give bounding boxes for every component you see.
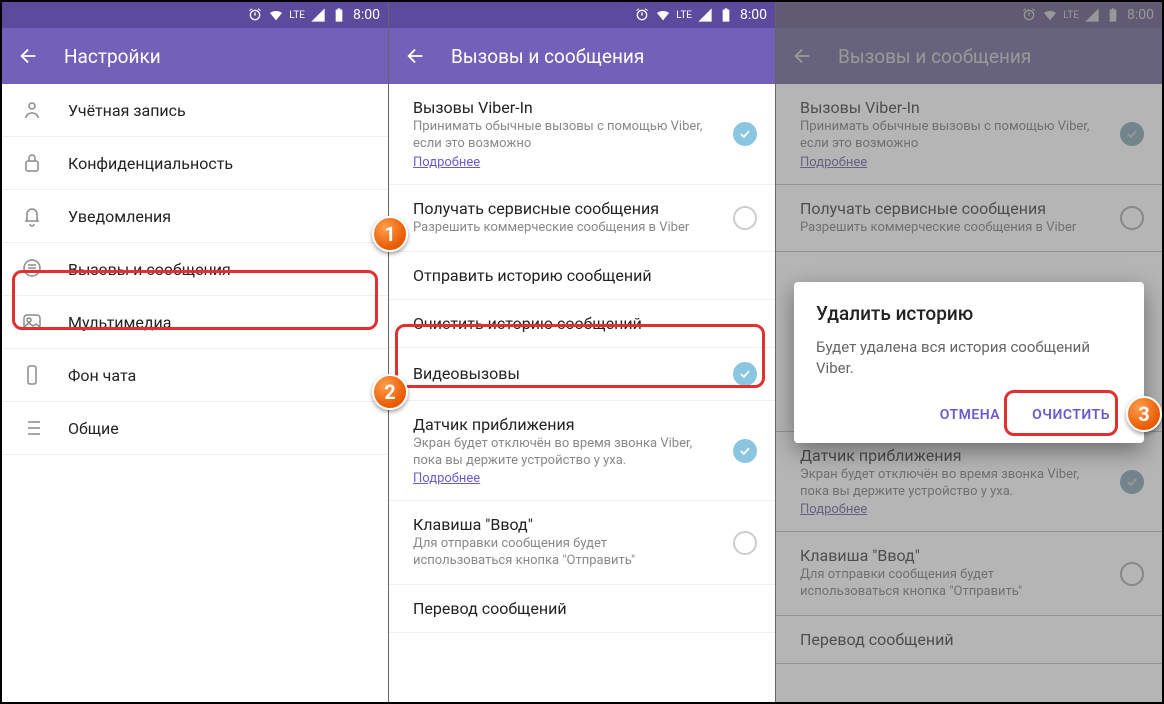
step-badge-2: 2 bbox=[372, 374, 408, 410]
chat-icon bbox=[20, 257, 44, 281]
settings-row-general[interactable]: Общие bbox=[2, 402, 388, 455]
row-title: Очистить историю сообщений bbox=[413, 314, 757, 333]
settings-row-chat-bg[interactable]: Фон чата bbox=[2, 349, 388, 402]
bell-icon bbox=[20, 204, 44, 228]
status-bar: LTE 8:00 bbox=[389, 2, 775, 28]
lte-label: LTE bbox=[676, 10, 692, 21]
row-sub: Разрешить коммерческие сообщения в Viber bbox=[413, 220, 709, 237]
lock-icon bbox=[20, 151, 44, 175]
user-icon bbox=[20, 98, 44, 122]
row-link[interactable]: Подробнее bbox=[413, 155, 709, 170]
signal-icon bbox=[697, 7, 713, 23]
row-label: Мультимедиа bbox=[68, 313, 370, 332]
app-bar-title: Настройки bbox=[64, 45, 161, 68]
status-icons: LTE bbox=[634, 7, 734, 23]
row-service-messages[interactable]: Получать сервисные сообщения Разрешить к… bbox=[389, 185, 775, 252]
row-proximity[interactable]: Датчик приближения Экран будет отключён … bbox=[389, 401, 775, 502]
toggle-on[interactable] bbox=[733, 122, 757, 146]
media-icon bbox=[20, 310, 44, 334]
row-viber-in[interactable]: Вызовы Viber-In Принимать обычные вызовы… bbox=[389, 84, 775, 185]
app-bar-title: Вызовы и сообщения bbox=[451, 45, 644, 68]
row-sub: Принимать обычные вызовы с помощью Viber… bbox=[413, 119, 709, 153]
screen-calls-messages: LTE 8:00 Вызовы и сообщения Вызовы Viber… bbox=[389, 2, 776, 702]
app-bar: Вызовы и сообщения bbox=[389, 28, 775, 84]
phone-bg-icon bbox=[20, 363, 44, 387]
dialog-actions: ОТМЕНА ОЧИСТИТЬ bbox=[816, 397, 1122, 433]
alarm-icon bbox=[247, 7, 263, 23]
dialog-title: Удалить историю bbox=[816, 302, 1122, 325]
calls-list: Вызовы Viber-In Принимать обычные вызовы… bbox=[389, 84, 775, 702]
step-badge-1: 1 bbox=[372, 216, 408, 252]
row-title: Получать сервисные сообщения bbox=[413, 199, 709, 218]
row-label: Фон чата bbox=[68, 366, 370, 385]
toggle-off[interactable] bbox=[733, 206, 757, 230]
toggle-on[interactable] bbox=[733, 439, 757, 463]
list-icon bbox=[20, 416, 44, 440]
row-label: Учётная запись bbox=[68, 101, 370, 120]
row-translate[interactable]: Перевод сообщений bbox=[389, 585, 775, 633]
screen-settings: LTE 8:00 Настройки Учётная запись Конфид… bbox=[2, 2, 389, 702]
dialog-body: Будет удалена вся история сообщений Vibe… bbox=[816, 337, 1122, 379]
row-label: Общие bbox=[68, 419, 370, 438]
status-time: 8:00 bbox=[353, 7, 380, 23]
wifi-icon bbox=[655, 7, 671, 23]
row-label: Уведомления bbox=[68, 207, 370, 226]
battery-icon bbox=[718, 7, 734, 23]
row-link[interactable]: Подробнее bbox=[413, 471, 709, 486]
toggle-on[interactable] bbox=[733, 362, 757, 386]
status-time: 8:00 bbox=[740, 7, 767, 23]
row-title: Перевод сообщений bbox=[413, 599, 757, 618]
row-enter-key[interactable]: Клавиша "Ввод" Для отправки сообщения бу… bbox=[389, 501, 775, 585]
row-video-calls[interactable]: Видеовызовы bbox=[389, 348, 775, 401]
cancel-button[interactable]: ОТМЕНА bbox=[928, 397, 1012, 433]
signal-icon bbox=[310, 7, 326, 23]
settings-row-multimedia[interactable]: Мультимедиа bbox=[2, 296, 388, 349]
lte-label: LTE bbox=[289, 10, 305, 21]
back-icon[interactable] bbox=[18, 45, 40, 67]
app-bar: Настройки bbox=[2, 28, 388, 84]
row-title: Вызовы Viber-In bbox=[413, 98, 709, 117]
row-label: Вызовы и сообщения bbox=[68, 260, 370, 279]
back-icon[interactable] bbox=[405, 45, 427, 67]
settings-list: Учётная запись Конфиденциальность Уведом… bbox=[2, 84, 388, 702]
battery-icon bbox=[331, 7, 347, 23]
row-title: Датчик приближения bbox=[413, 415, 709, 434]
row-sub: Экран будет отключён во время звонка Vib… bbox=[413, 436, 709, 470]
step-badge-3: 3 bbox=[1126, 396, 1162, 432]
row-label: Конфиденциальность bbox=[68, 154, 370, 173]
row-title: Видеовызовы bbox=[413, 364, 709, 383]
row-sub: Для отправки сообщения будет использоват… bbox=[413, 536, 709, 570]
screen-dialog: LTE 8:00 Вызовы и сообщения Вызовы Viber… bbox=[776, 2, 1162, 702]
status-bar: LTE 8:00 bbox=[2, 2, 388, 28]
toggle-off[interactable] bbox=[733, 531, 757, 555]
row-title: Клавиша "Ввод" bbox=[413, 515, 709, 534]
delete-history-dialog: Удалить историю Будет удалена вся истори… bbox=[794, 282, 1144, 443]
settings-row-account[interactable]: Учётная запись bbox=[2, 84, 388, 137]
wifi-icon bbox=[268, 7, 284, 23]
settings-row-privacy[interactable]: Конфиденциальность bbox=[2, 137, 388, 190]
row-title: Отправить историю сообщений bbox=[413, 266, 757, 285]
settings-row-calls-messages[interactable]: Вызовы и сообщения bbox=[2, 243, 388, 296]
confirm-button[interactable]: ОЧИСТИТЬ bbox=[1020, 397, 1122, 433]
settings-row-notifications[interactable]: Уведомления bbox=[2, 190, 388, 243]
status-icons: LTE bbox=[247, 7, 347, 23]
alarm-icon bbox=[634, 7, 650, 23]
row-clear-history[interactable]: Очистить историю сообщений bbox=[389, 300, 775, 348]
row-send-history[interactable]: Отправить историю сообщений bbox=[389, 252, 775, 300]
